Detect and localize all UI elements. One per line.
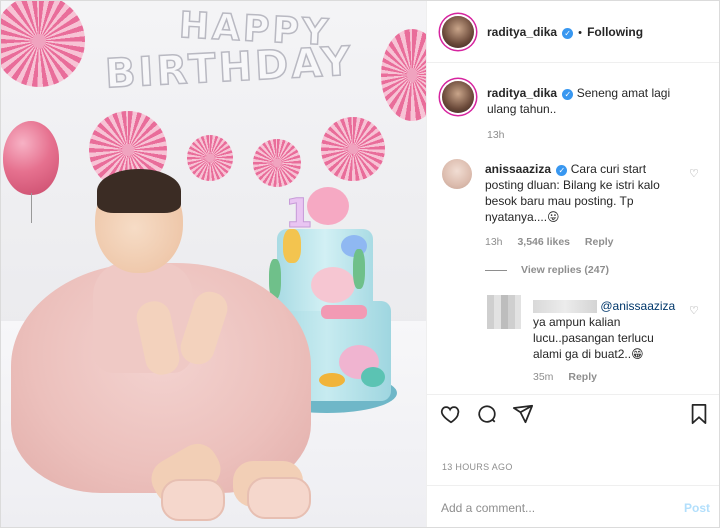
- verified-icon: ✓: [562, 28, 574, 39]
- view-replies-button[interactable]: View replies (247): [485, 264, 609, 276]
- post-header: raditya_dika ✓ • Following: [427, 1, 719, 63]
- comment-input[interactable]: [441, 499, 661, 517]
- verified-icon: ✓: [556, 165, 568, 176]
- cake-decoration: [319, 373, 345, 387]
- comment-meta: 13h 3,546 likes Reply: [485, 236, 614, 248]
- comment-likes[interactable]: 3,546 likes: [517, 236, 570, 248]
- comment-icon[interactable]: [475, 403, 499, 427]
- pink-rosette-decoration: [187, 135, 233, 181]
- post-timestamp[interactable]: 13 HOURS AGO: [442, 462, 513, 472]
- caption-username[interactable]: raditya_dika: [487, 86, 557, 100]
- baby-shoe: [161, 479, 225, 521]
- comment-reply-button[interactable]: Reply: [585, 236, 614, 248]
- verified-icon: ✓: [562, 89, 574, 100]
- comment-body: anissaaziza ✓ Cara curi start posting dl…: [485, 161, 685, 225]
- reply-mention[interactable]: @anissaaziza: [600, 299, 675, 313]
- caption-avatar[interactable]: [442, 81, 474, 113]
- caption-time[interactable]: 13h: [487, 129, 505, 141]
- share-icon[interactable]: [511, 403, 535, 427]
- cake-decoration: [283, 229, 301, 263]
- reply-text: ya ampun kalian lucu..pasangan terlucu a…: [533, 315, 654, 361]
- pink-rosette-decoration: [381, 29, 426, 121]
- author-avatar[interactable]: [442, 16, 474, 48]
- cake-decoration: [361, 367, 385, 387]
- bookmark-icon[interactable]: [687, 403, 711, 427]
- separator-dot: •: [578, 27, 583, 39]
- cake-decoration: [311, 267, 355, 303]
- reply-like-icon[interactable]: ♡: [689, 304, 699, 317]
- reply-meta: 35m Reply: [533, 371, 597, 383]
- action-bar: [427, 394, 719, 438]
- heart-icon[interactable]: [439, 403, 463, 427]
- octopus-topper: [307, 187, 349, 225]
- reply-body: @anissaaziza ya ampun kalian lucu..pasan…: [533, 298, 683, 362]
- caption: raditya_dika ✓ Seneng amat lagi ulang ta…: [487, 85, 687, 117]
- reply-avatar-blurred[interactable]: [487, 295, 521, 329]
- pink-balloon: [3, 121, 59, 195]
- pink-rosette-decoration: [1, 1, 85, 87]
- birthday-banner: BIRTHDAY: [103, 38, 355, 98]
- add-comment-bar: Post: [427, 485, 719, 527]
- pink-rosette-decoration: [321, 117, 385, 181]
- cake-decoration: [321, 305, 367, 319]
- post-details-panel: raditya_dika ✓ • Following raditya_dika …: [426, 1, 719, 527]
- commenter-avatar[interactable]: [442, 159, 472, 189]
- author-username[interactable]: raditya_dika: [487, 25, 557, 39]
- comment-time[interactable]: 13h: [485, 236, 503, 248]
- reply-time[interactable]: 35m: [533, 371, 553, 383]
- comment-like-icon[interactable]: ♡: [689, 167, 699, 180]
- balloon-string: [31, 193, 32, 223]
- instagram-post-modal: HAPPY BIRTHDAY 1 raditya_dika ✓ • Follow…: [0, 0, 720, 528]
- baby-shoe: [247, 477, 311, 519]
- reply-username-blurred[interactable]: [533, 300, 597, 314]
- following-button[interactable]: Following: [587, 25, 643, 39]
- author-line: raditya_dika ✓ • Following: [487, 25, 643, 39]
- post-button[interactable]: Post: [684, 501, 710, 515]
- post-photo[interactable]: HAPPY BIRTHDAY 1: [1, 1, 426, 527]
- baby-hair: [97, 169, 181, 213]
- cake-decoration: [353, 249, 365, 289]
- reply-reply-button[interactable]: Reply: [568, 371, 597, 383]
- commenter-username[interactable]: anissaaziza: [485, 162, 551, 176]
- pink-rosette-decoration: [253, 139, 301, 187]
